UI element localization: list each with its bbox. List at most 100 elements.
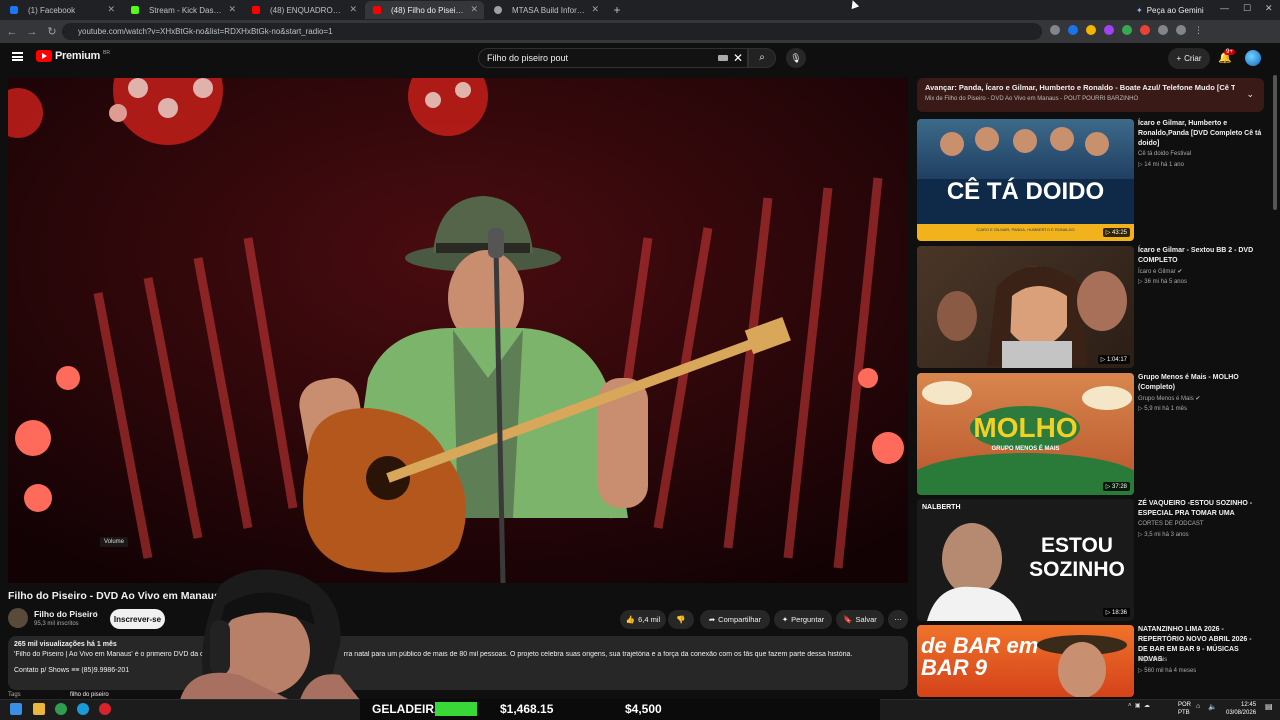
search-button[interactable]: ⌕ <box>748 48 776 68</box>
menu-dots-icon[interactable]: ⋮ <box>1194 25 1204 35</box>
thumbnail-subtitle: ÍCARO E GILMAR, PANDA, HUMBERTO E RONALD… <box>976 227 1075 232</box>
recommendation-channel[interactable]: CORTES DE PODCAST <box>1138 521 1204 527</box>
recommendation-meta: ▷ 3,5 mi há 3 anos <box>1138 532 1189 538</box>
edge-icon[interactable] <box>77 703 89 715</box>
share-button[interactable]: ➦ Compartilhar <box>700 610 770 629</box>
youtube-premium-logo[interactable]: Premium BR <box>36 50 110 62</box>
thumbnail-title: ESTOU SOZINHO <box>1029 534 1125 581</box>
opera-icon[interactable] <box>99 703 111 715</box>
minimize-button[interactable]: — <box>1220 3 1229 13</box>
recommendation-channel[interactable]: Topz Virais <box>1138 657 1167 663</box>
address-bar[interactable]: youtube.com/watch?v=XHxBtGk-no&list=RDXH… <box>62 23 1042 40</box>
windows-start-icon[interactable] <box>10 703 22 715</box>
close-tab-icon[interactable]: ✕ <box>591 4 599 15</box>
close-tab-icon[interactable]: ✕ <box>107 4 115 15</box>
chrome-icon[interactable] <box>55 703 67 715</box>
new-tab-button[interactable]: + <box>609 3 625 17</box>
maximize-button[interactable]: ☐ <box>1243 3 1251 14</box>
recommendation-title[interactable]: Ícaro e Gilmar - Sextou BB 2 - DVD COMPL… <box>1138 246 1263 266</box>
video-thumbnail[interactable]: MOLHO GRUPO MENOS É MAIS ▷ 37:28 <box>917 373 1134 495</box>
video-thumbnail[interactable]: NALBERTH ESTOU SOZINHO ▷ 18:36 <box>917 499 1134 621</box>
close-tab-icon[interactable]: ✕ <box>470 4 478 15</box>
browser-tab[interactable]: (1) Facebook ✕ <box>2 1 121 19</box>
description-text: 'Filho do Piseiro | Ao Vivo em Manaus' é… <box>14 651 853 658</box>
file-explorer-icon[interactable] <box>33 703 45 715</box>
youtube-play-icon <box>36 50 52 62</box>
thumbnail-art <box>1037 635 1127 697</box>
speaker-icon[interactable]: 🔈 <box>1208 703 1217 711</box>
recommendation-item[interactable]: CÊ TÁ DOIDO ÍCARO E GILMAR, PANDA, HUMBE… <box>917 119 1264 241</box>
search-input[interactable]: Filho do piseiro pout <box>478 48 748 68</box>
recommendation-item[interactable]: NALBERTH ESTOU SOZINHO ▷ 18:36 ZÉ VAQUEI… <box>917 499 1264 621</box>
channel-avatar[interactable] <box>8 608 28 628</box>
reload-button[interactable]: ↻ <box>44 25 60 38</box>
recommendation-title[interactable]: Grupo Menos é Mais - MOLHO (Completo) <box>1138 373 1263 393</box>
puzzle-icon[interactable] <box>1176 25 1186 35</box>
description-box[interactable]: 265 mil visualizações há 1 mês 'Filho do… <box>8 636 908 690</box>
account-avatar[interactable] <box>1245 50 1261 66</box>
keyboard-icon[interactable] <box>718 55 728 61</box>
recommendation-item[interactable]: MOLHO GRUPO MENOS É MAIS ▷ 37:28 Grupo M… <box>917 373 1264 495</box>
streamer-image <box>180 569 360 700</box>
extension-icon[interactable] <box>1104 25 1114 35</box>
recommendation-title[interactable]: ZÉ VAQUEIRO -ESTOU SOZINHO - ESPECIAL PR… <box>1138 499 1263 519</box>
more-dots-icon: ⋯ <box>894 615 902 624</box>
save-button[interactable]: 🔖 Salvar <box>836 610 884 629</box>
thumbs-up-icon: 👍 <box>625 615 636 624</box>
extension-icon[interactable] <box>1122 25 1132 35</box>
dislike-button[interactable]: 👎 <box>668 610 694 629</box>
close-tab-icon[interactable]: ✕ <box>349 4 357 15</box>
hamburger-menu-icon[interactable] <box>12 52 23 61</box>
page-scrollbar[interactable] <box>1273 75 1277 210</box>
description-contact: Contato p/ Shows ≡≡ (85)9.9986-201 <box>14 667 130 674</box>
chevron-down-icon[interactable]: ⌄ <box>1246 89 1254 100</box>
video-thumbnail[interactable]: ▷ 1:04:17 <box>917 246 1134 368</box>
more-actions-button[interactable]: ⋯ <box>888 610 908 629</box>
forward-button[interactable]: → <box>24 26 40 38</box>
video-player[interactable] <box>8 78 908 583</box>
create-button[interactable]: + Criar <box>1168 48 1210 69</box>
close-window-button[interactable]: ✕ <box>1265 3 1273 14</box>
tag-link[interactable]: filho do piseiro <box>70 692 109 698</box>
browser-tab[interactable]: Stream - Kick Dashboard✕ <box>123 1 242 19</box>
video-thumbnail[interactable]: CÊ TÁ DOIDO ÍCARO E GILMAR, PANDA, HUMBE… <box>917 119 1134 241</box>
recommendation-channel[interactable]: Cê tá doido Festival <box>1138 151 1191 157</box>
thumbnail-title: CÊ TÁ DOIDO <box>946 178 1105 205</box>
voice-search-button[interactable]: 🎙 <box>786 48 806 68</box>
channel-name[interactable]: Filho do Piseiro <box>34 609 98 619</box>
recommendation-channel[interactable]: Grupo Menos é Mais ✔ <box>1138 395 1200 402</box>
recommendation-channel[interactable]: Ícaro e Gilmar ✔ <box>1138 268 1182 275</box>
recommendation-item[interactable]: de BAR em BAR 9 NATANZINHO LIMA 2026 - R… <box>917 625 1264 697</box>
extension-icon[interactable] <box>1158 25 1168 35</box>
recommendation-item[interactable]: ▷ 1:04:17 Ícaro e Gilmar - Sextou BB 2 -… <box>917 246 1264 368</box>
recommendation-meta: ▷ 560 mil há 4 meses <box>1138 668 1197 674</box>
ask-button[interactable]: ✦ Perguntar <box>774 610 832 629</box>
like-button[interactable]: 👍 6,4 mil <box>620 610 666 629</box>
subscriber-count: 95,3 mil inscritos <box>34 621 79 627</box>
clear-search-icon[interactable]: ✕ <box>733 51 743 65</box>
browser-tab-active[interactable]: (48) Filho do Piseiro - DVD✕ <box>365 1 484 19</box>
close-tab-icon[interactable]: ✕ <box>228 4 236 15</box>
recommendation-title[interactable]: Ícaro e Gilmar, Humberto e Ronaldo,Panda… <box>1138 119 1263 149</box>
extension-icon[interactable] <box>1140 25 1150 35</box>
extension-icons: ⋮ <box>1050 25 1204 35</box>
ticker-progress-bar <box>435 702 477 716</box>
video-thumbnail[interactable]: de BAR em BAR 9 <box>917 625 1134 697</box>
system-tray-icons[interactable]: ˄ ▣ ☁ <box>1128 702 1150 709</box>
extension-icon[interactable] <box>1068 25 1078 35</box>
extension-icon[interactable] <box>1086 25 1096 35</box>
gemini-button[interactable]: ✦ Peça ao Gemini <box>1136 3 1204 17</box>
browser-tab[interactable]: MTASA Build Information✕ <box>486 1 605 19</box>
browser-tab[interactable]: (48) ENQUADROS DE MOTO (J✕ <box>244 1 363 19</box>
duration-badge: ▷ 43:25 <box>1102 228 1130 237</box>
playlist-panel-header[interactable]: Avançar: Panda, Ícaro e Gilmar, Humberto… <box>917 78 1264 112</box>
system-clock[interactable]: 12:45 03/08/2026 <box>1226 701 1256 717</box>
kick-icon <box>131 6 139 14</box>
sparkle-icon: ✦ <box>781 615 789 624</box>
notification-center-icon[interactable]: ▤ <box>1265 702 1273 711</box>
language-indicator[interactable]: POR PTB <box>1178 701 1191 717</box>
network-icon[interactable]: ⌂ <box>1196 703 1200 710</box>
microphone-icon: 🎙 <box>790 53 802 63</box>
extension-icon[interactable] <box>1050 25 1060 35</box>
back-button[interactable]: ← <box>4 26 20 38</box>
